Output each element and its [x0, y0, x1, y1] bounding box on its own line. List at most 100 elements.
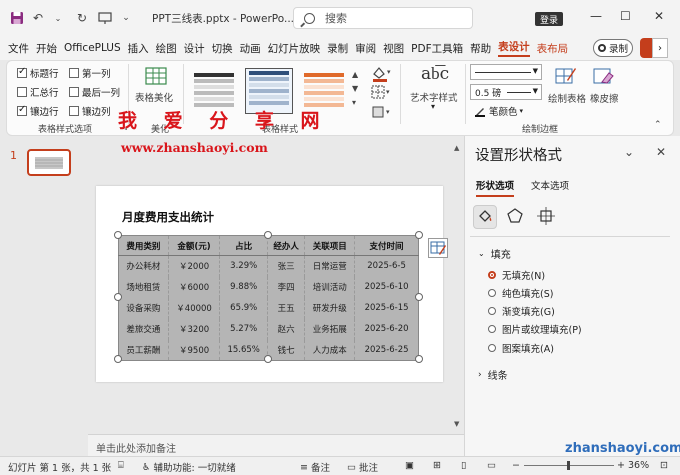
table-cell[interactable]: 2025-6-20 — [354, 318, 419, 340]
draw-table-icon[interactable] — [555, 66, 577, 86]
radio-solid-fill[interactable]: 纯色填充(S) — [488, 286, 553, 300]
tab-shape-options[interactable]: 形状选项 — [476, 178, 515, 197]
table-header-cell[interactable]: 占比 — [219, 235, 268, 256]
expense-table[interactable]: 费用类别 金额(元) 占比 经办人 关联项目 支付时间 办公耗材 ￥2000 3… — [118, 235, 419, 361]
zoom-slider-thumb[interactable] — [567, 461, 570, 470]
table-beautify-icon[interactable] — [145, 66, 167, 86]
record-button[interactable]: 录制 — [593, 39, 633, 57]
tab-slideshow[interactable]: 幻灯片放映 — [268, 41, 321, 56]
eraser-button[interactable]: 橡皮擦 — [590, 91, 619, 105]
table-cell[interactable]: 人力成本 — [304, 339, 355, 361]
table-cell[interactable]: 2025-6-15 — [354, 297, 419, 319]
option-first-column[interactable]: 第一列 — [69, 66, 111, 80]
option-last-column[interactable]: 最后一列 — [69, 85, 120, 99]
draw-table-button[interactable]: 绘制表格 — [548, 91, 586, 105]
notes-input[interactable]: 单击此处添加备注 — [88, 434, 464, 456]
table-cell[interactable]: 培训活动 — [304, 276, 355, 298]
tab-help[interactable]: 帮助 — [470, 41, 491, 56]
radio-gradient-fill[interactable]: 渐变填充(G) — [488, 304, 555, 318]
table-cell[interactable]: ￥6000 — [167, 276, 220, 298]
resize-handle-top-left[interactable] — [114, 231, 122, 239]
gallery-scroll-icon[interactable]: ▲ ▼ ▾ — [352, 68, 358, 110]
table-cell[interactable]: 场地租赁 — [119, 277, 169, 298]
table-cell[interactable]: 2025-6-5 — [354, 255, 419, 277]
ribbon-scroll-right-icon[interactable]: › — [652, 38, 668, 58]
table-cell[interactable]: 员工薪酬 — [119, 340, 169, 361]
table-beautify-button[interactable]: 表格美化 — [135, 90, 173, 104]
table-cell[interactable]: 差旅交通 — [119, 319, 169, 340]
table-cell[interactable]: ￥2000 — [167, 255, 220, 277]
table-cell[interactable]: 办公耗材 — [119, 256, 169, 277]
minimize-button[interactable]: — — [590, 9, 602, 23]
language-icon[interactable]: ⌸ — [118, 460, 124, 471]
slide-sorter-icon[interactable]: ⊞ — [433, 460, 441, 471]
table-cell[interactable]: ￥9500 — [167, 339, 220, 361]
chevron-down-icon[interactable]: ▾ — [431, 102, 435, 111]
tab-transitions[interactable]: 切换 — [212, 41, 233, 56]
table-cell[interactable]: 赵六 — [266, 318, 305, 340]
pen-style-dropdown[interactable]: ▼ — [470, 64, 542, 80]
table-cell[interactable]: 李四 — [266, 276, 305, 298]
shading-icon[interactable]: ▾ — [370, 64, 392, 82]
radio-pattern-fill[interactable]: 图案填充(A) — [488, 341, 554, 355]
size-properties-tab[interactable] — [535, 205, 559, 229]
tab-table-layout[interactable]: 表布局 — [537, 41, 569, 56]
table-cell[interactable]: 王五 — [266, 297, 305, 319]
table-cell[interactable]: 9.88% — [219, 276, 268, 298]
effects-tab[interactable] — [504, 205, 528, 229]
tab-file[interactable]: 文件 — [8, 41, 29, 56]
login-button[interactable]: 登录 — [535, 12, 563, 26]
fill-section-header[interactable]: ⌄ 填充 — [478, 246, 511, 261]
redo-button[interactable]: ↻ — [72, 8, 92, 28]
notes-toggle-button[interactable]: ≡ 备注 — [300, 460, 330, 475]
fill-line-tab[interactable] — [473, 205, 497, 229]
pane-close-icon[interactable]: ✕ — [656, 145, 666, 159]
table-cell[interactable]: ￥3200 — [167, 318, 220, 340]
table-header-cell[interactable]: 金额(元) — [167, 235, 220, 256]
resize-handle-left[interactable] — [114, 293, 122, 301]
table-header-cell[interactable]: 支付时间 — [354, 235, 419, 256]
table-cell[interactable]: 钱七 — [266, 339, 305, 361]
table-cell[interactable]: 研发升级 — [304, 297, 355, 319]
pen-weight-dropdown[interactable]: 0.5 磅 ▼ — [470, 84, 542, 100]
collapse-ribbon-icon[interactable]: ⌃ — [654, 120, 662, 130]
tab-review[interactable]: 审阅 — [355, 41, 376, 56]
slide-thumbnail[interactable] — [27, 149, 71, 176]
pen-color-button[interactable]: 笔颜色 ▾ — [474, 104, 523, 118]
accessibility-status[interactable]: ♿ 辅助功能: 一切就绪 — [142, 460, 236, 475]
normal-view-icon[interactable]: ▣ — [405, 460, 414, 471]
zoom-in-icon[interactable]: + — [617, 460, 625, 471]
present-icon[interactable] — [98, 11, 112, 25]
resize-handle-bottom-left[interactable] — [114, 355, 122, 363]
tab-home[interactable]: 开始 — [36, 41, 57, 56]
option-header-row[interactable]: 标题行 — [17, 66, 59, 80]
resize-handle-bottom[interactable] — [264, 355, 272, 363]
radio-picture-fill[interactable]: 图片或纹理填充(P) — [488, 322, 582, 336]
option-total-row[interactable]: 汇总行 — [17, 85, 59, 99]
resize-handle-top-right[interactable] — [415, 231, 423, 239]
tab-record[interactable]: 录制 — [327, 41, 348, 56]
table-header-cell[interactable]: 关联项目 — [304, 235, 355, 256]
resize-handle-right[interactable] — [415, 293, 423, 301]
table-header-cell[interactable]: 费用类别 — [118, 235, 169, 256]
vertical-scrollbar[interactable]: ▲ ▼ — [452, 140, 462, 434]
zoom-out-icon[interactable]: − — [512, 460, 520, 471]
table-cell[interactable]: ￥40000 — [167, 297, 220, 319]
slide-title[interactable]: 月度费用支出统计 — [122, 209, 214, 225]
tab-insert[interactable]: 插入 — [128, 41, 149, 56]
tab-pdf-tools[interactable]: PDF工具箱 — [411, 41, 463, 56]
undo-dropdown-icon[interactable]: ⌄ — [48, 8, 68, 28]
radio-no-fill[interactable]: 无填充(N) — [488, 268, 545, 282]
table-quick-style-button[interactable] — [428, 238, 448, 258]
undo-button[interactable]: ↶ — [28, 8, 48, 28]
table-cell[interactable]: 15.65% — [219, 339, 268, 361]
tab-design[interactable]: 设计 — [184, 41, 205, 56]
table-cell[interactable]: 2025-6-25 — [354, 339, 419, 361]
line-section-header[interactable]: › 线条 — [478, 367, 508, 383]
effects-icon[interactable]: ▾ — [370, 104, 392, 120]
table-cell[interactable]: 3.29% — [219, 255, 268, 277]
pane-options-chevron-icon[interactable]: ⌄ — [624, 145, 634, 159]
option-banded-columns[interactable]: 镶边列 — [69, 104, 111, 118]
option-banded-rows[interactable]: 镶边行 — [17, 104, 59, 118]
table-header-cell[interactable]: 经办人 — [266, 235, 305, 256]
